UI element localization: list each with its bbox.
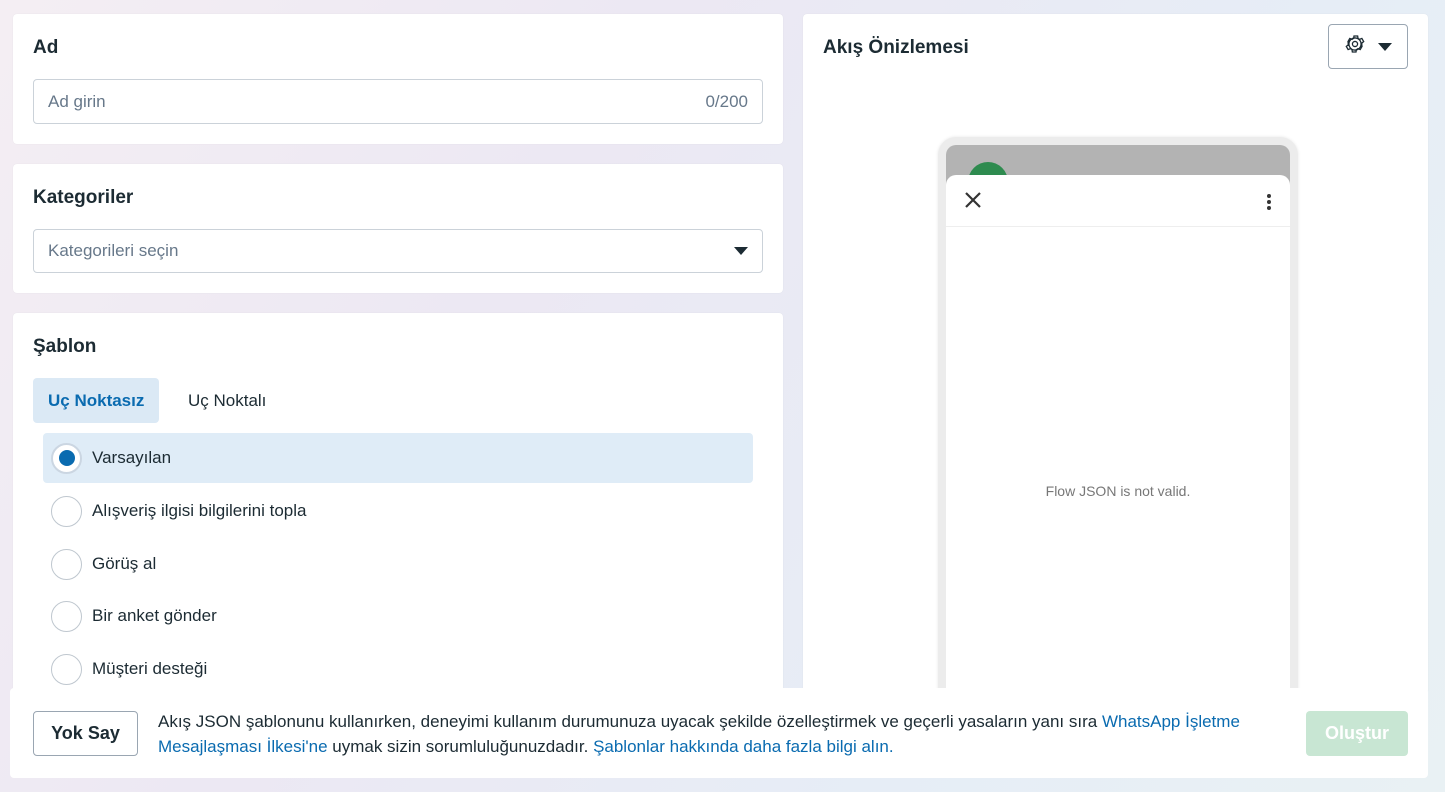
categories-card-title: Kategoriler xyxy=(33,187,134,208)
categories-select-placeholder: Kategorileri seçin xyxy=(48,241,179,260)
phone-preview: Flow JSON is not valid. xyxy=(938,137,1298,694)
close-icon[interactable] xyxy=(964,191,982,214)
name-card: Ad Ad girin 0/200 xyxy=(13,14,783,144)
ignore-button[interactable]: Yok Say xyxy=(33,711,138,756)
template-option-get-feedback[interactable]: Görüş al xyxy=(43,539,753,589)
name-card-title: Ad xyxy=(33,37,59,58)
notice-text: uymak sizin sorumluluğunuzdadır. xyxy=(327,737,594,756)
tab-without-endpoint[interactable]: Uç Noktasız xyxy=(33,378,160,423)
chevron-down-icon xyxy=(734,247,748,255)
templates-info-link[interactable]: Şablonlar hakkında daha fazla bilgi alın… xyxy=(593,737,894,756)
name-input[interactable]: Ad girin 0/200 xyxy=(33,79,763,124)
name-input-placeholder: Ad girin xyxy=(48,91,106,111)
notice-text: Akış JSON şablonunu kullanırken, deneyim… xyxy=(158,712,1102,731)
template-card-title: Şablon xyxy=(33,336,97,357)
preview-title: Akış Önizlemesi xyxy=(823,37,969,58)
template-option-label: Alışveriş ilgisi bilgilerini topla xyxy=(92,501,307,520)
template-option-label: Müşteri desteği xyxy=(92,659,208,678)
gear-icon xyxy=(1344,33,1366,60)
categories-card: Kategoriler Kategorileri seçin xyxy=(13,164,783,293)
tab-with-endpoint[interactable]: Uç Noktalı xyxy=(173,378,281,423)
template-option-customer-support[interactable]: Müşteri desteği xyxy=(43,644,753,694)
radio-selected-icon xyxy=(51,442,82,474)
radio-icon xyxy=(51,653,82,685)
radio-icon xyxy=(51,495,82,527)
name-char-counter: 0/200 xyxy=(705,91,748,111)
flow-error-message: Flow JSON is not valid. xyxy=(1045,483,1191,499)
template-option-send-survey[interactable]: Bir anket gönder xyxy=(43,591,753,641)
template-option-shopping-interest[interactable]: Alışveriş ilgisi bilgilerini topla xyxy=(43,486,753,536)
template-option-label: Bir anket gönder xyxy=(92,606,217,625)
more-options-icon[interactable] xyxy=(1266,193,1272,216)
flow-sheet: Flow JSON is not valid. xyxy=(946,175,1290,694)
template-option-label: Görüş al xyxy=(92,554,157,573)
categories-select[interactable]: Kategorileri seçin xyxy=(33,229,763,273)
template-option-default[interactable]: Varsayılan xyxy=(43,433,753,483)
preview-card: Akış Önizlemesi Flow JSON is not valid. xyxy=(803,14,1428,694)
radio-icon xyxy=(51,548,82,580)
responsibility-notice: Akış JSON şablonunu kullanırken, deneyim… xyxy=(158,709,1268,759)
template-option-label: Varsayılan xyxy=(92,448,172,467)
create-button[interactable]: Oluştur xyxy=(1306,711,1408,756)
chevron-down-icon xyxy=(1378,42,1392,51)
footer-bar: Yok Say Akış JSON şablonunu kullanırken,… xyxy=(10,688,1428,778)
preview-settings-button[interactable] xyxy=(1328,24,1408,69)
flow-sheet-header xyxy=(946,175,1290,227)
radio-icon xyxy=(51,600,82,632)
template-card: Şablon Uç Noktasız Uç Noktalı Varsayılan… xyxy=(13,313,783,693)
